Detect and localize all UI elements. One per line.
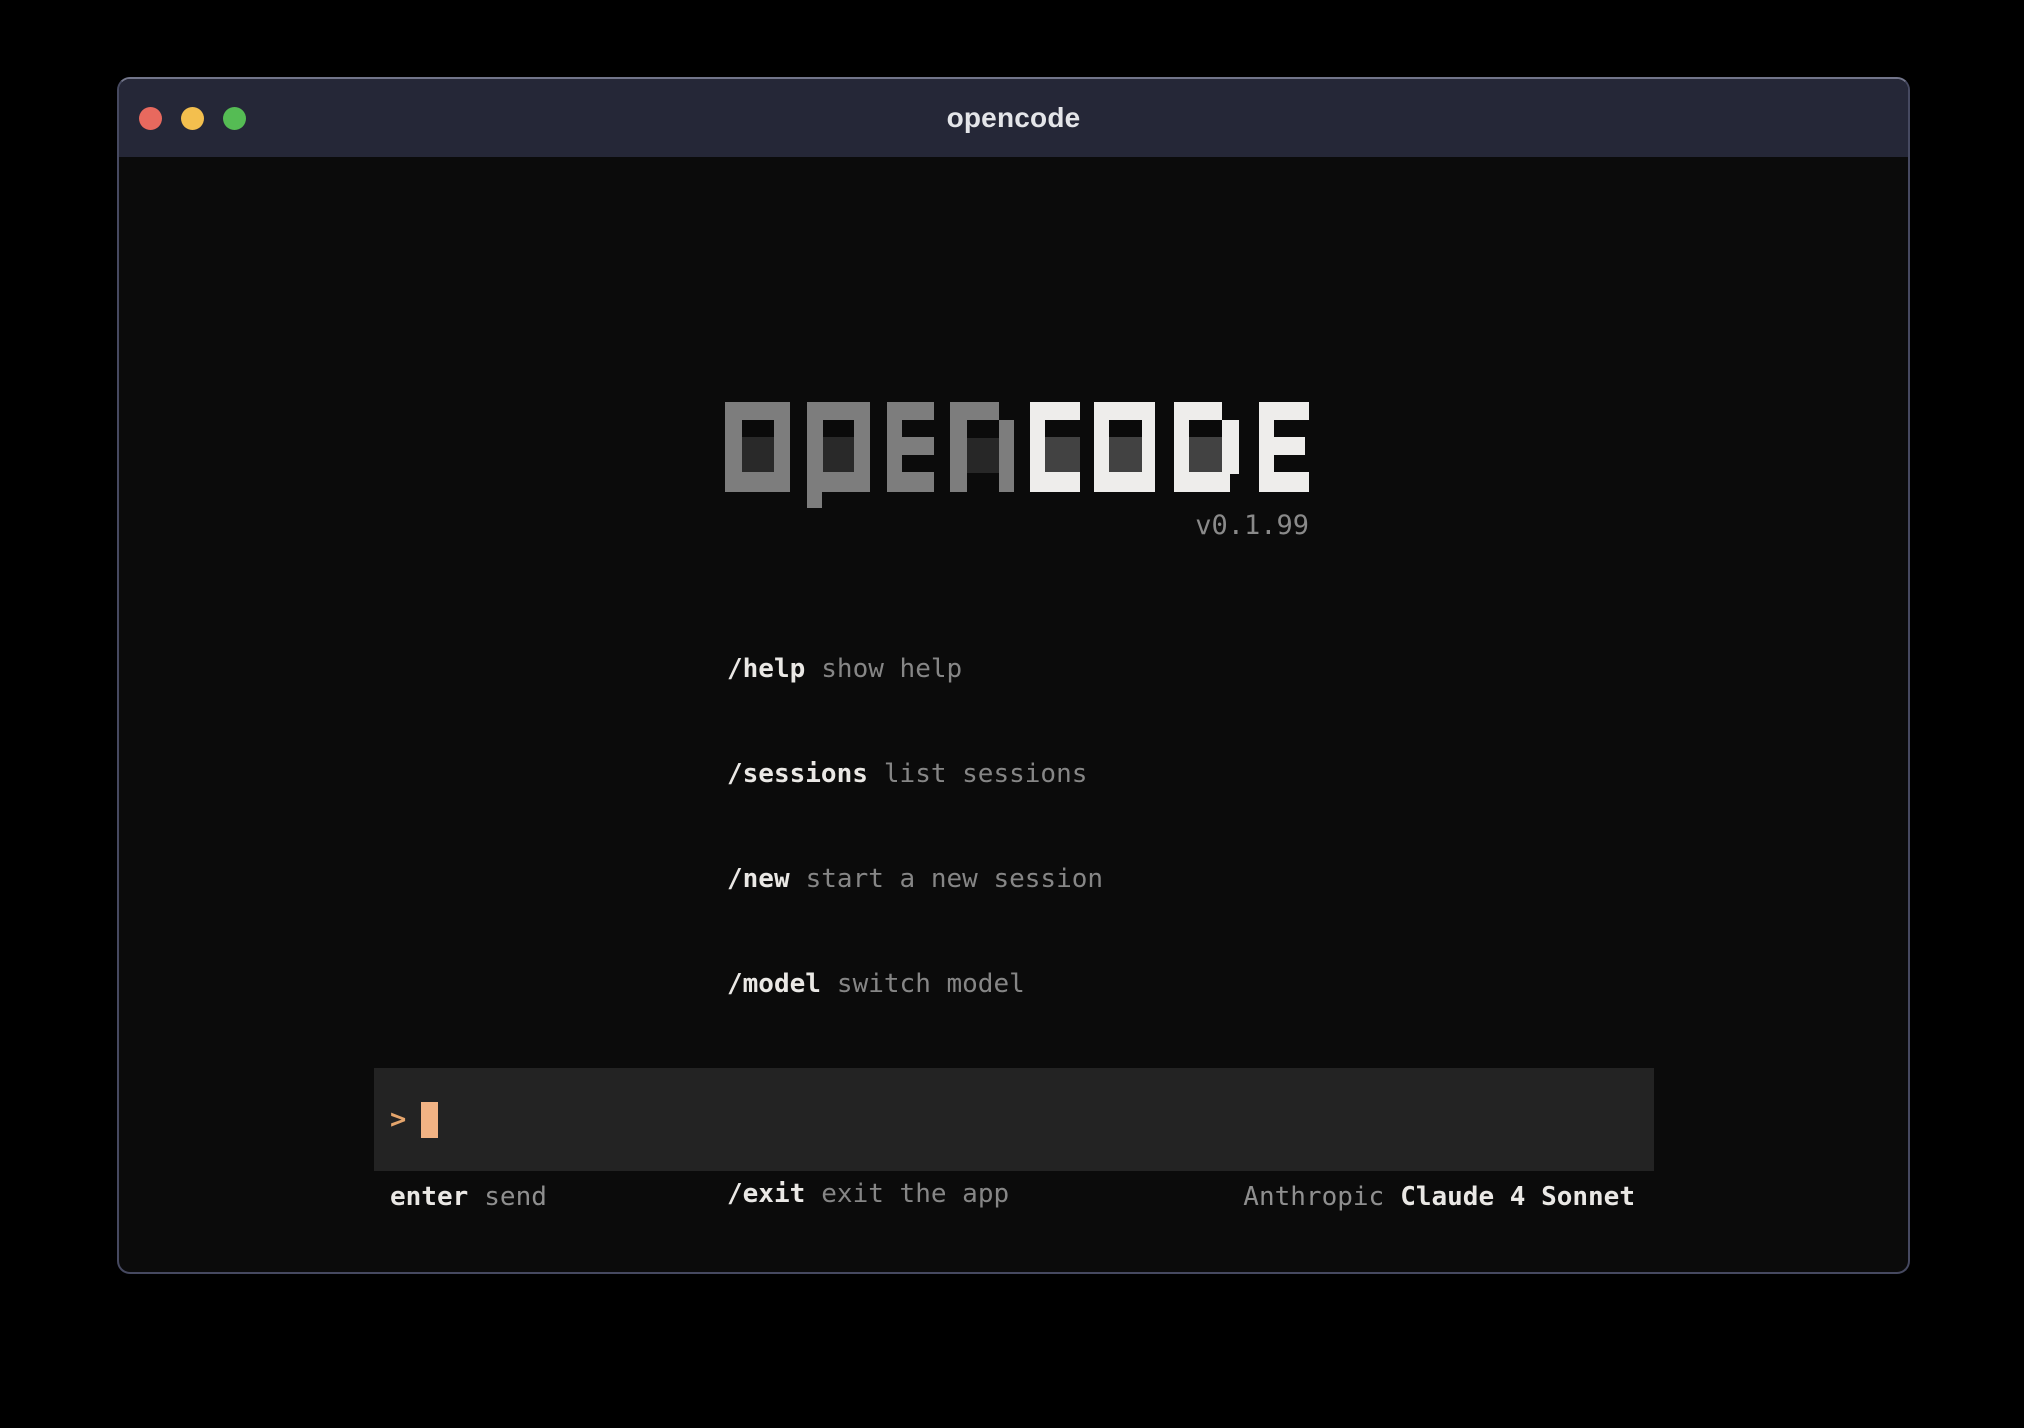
app-window: opencode	[117, 77, 1910, 1274]
opencode-logo-pixelart	[725, 402, 1309, 508]
version-label: v0.1.99	[725, 510, 1309, 541]
command-name: /help	[727, 654, 805, 684]
command-name: /new	[727, 864, 790, 894]
status-bar: enter send Anthropic Claude 4 Sonnet	[390, 1182, 1635, 1213]
prompt-symbol: >	[390, 1104, 406, 1135]
close-button[interactable]	[139, 107, 162, 130]
traffic-lights	[139, 79, 246, 157]
message-input[interactable]: >	[374, 1068, 1654, 1171]
window-title: opencode	[947, 102, 1081, 134]
titlebar[interactable]: opencode	[119, 79, 1908, 157]
desktop: { "window": { "title": "opencode", "cont…	[0, 0, 2024, 1428]
keybind-action: send	[484, 1182, 547, 1212]
command-row-new: /new start a new session	[727, 862, 1103, 897]
command-row-help: /help show help	[727, 652, 1103, 687]
opencode-logo	[725, 402, 1309, 508]
model-name: Claude 4 Sonnet	[1400, 1182, 1635, 1212]
provider-name: Anthropic	[1243, 1182, 1384, 1212]
command-description: switch model	[837, 969, 1025, 999]
command-name: /model	[727, 969, 821, 999]
model-indicator: Anthropic Claude 4 Sonnet	[1243, 1182, 1635, 1213]
command-row-sessions: /sessions list sessions	[727, 757, 1103, 792]
text-cursor	[421, 1102, 438, 1138]
command-name: /sessions	[727, 759, 868, 789]
command-row-model: /model switch model	[727, 967, 1103, 1002]
zoom-button[interactable]	[223, 107, 246, 130]
keybind-key: enter	[390, 1182, 468, 1212]
command-description: show help	[821, 654, 962, 684]
command-description: start a new session	[806, 864, 1103, 894]
keybind-hint: enter send	[390, 1182, 547, 1213]
minimize-button[interactable]	[181, 107, 204, 130]
command-description: list sessions	[884, 759, 1088, 789]
